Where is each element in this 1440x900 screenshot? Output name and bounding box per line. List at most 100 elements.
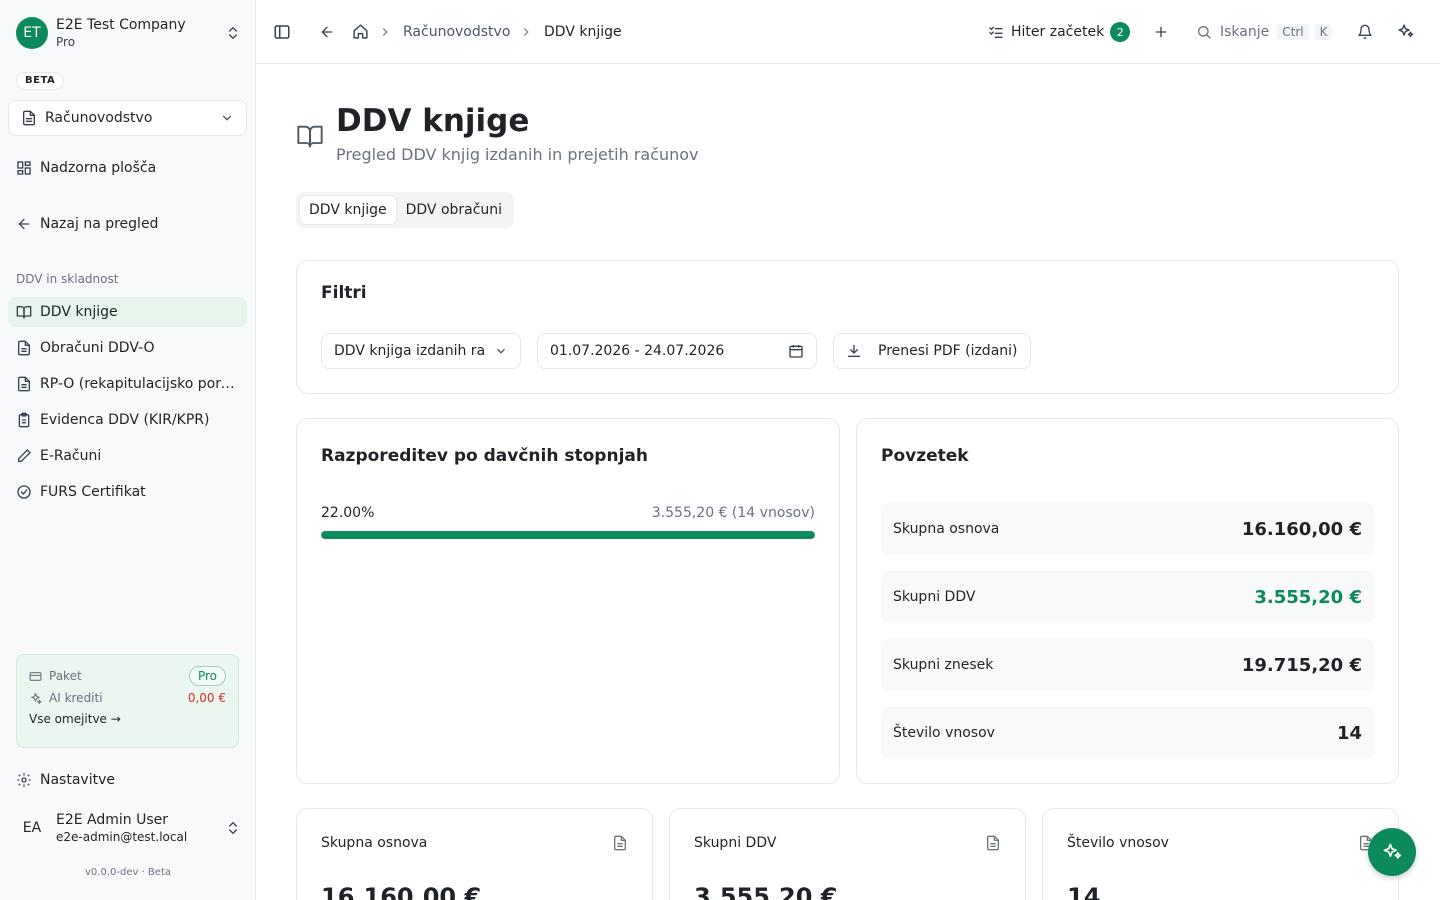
- breadcrumb-current: DDV knjige: [544, 24, 622, 40]
- ai-credits-value: 0,00 €: [187, 691, 226, 705]
- company-plan: Pro: [56, 34, 76, 49]
- tab-list: DDV knjige DDV obračuni: [296, 192, 515, 228]
- layout-grid-icon: [17, 161, 31, 175]
- date-range-input[interactable]: 01.07.2026 - 24.07.2026: [537, 333, 817, 369]
- tax-rate-progress-bar: [321, 531, 815, 539]
- version-label: v0.0.0-dev · Beta: [85, 867, 171, 878]
- summary-value: 14: [1336, 722, 1362, 744]
- stat-value: 3.555,20 €: [694, 883, 838, 900]
- sidebar-item-label: Nazaj na pregled: [40, 216, 159, 232]
- chevron-right-icon: [382, 28, 388, 36]
- date-range-value: 01.07.2026 - 24.07.2026: [550, 343, 725, 359]
- download-icon: [848, 345, 860, 357]
- summary-row: Skupni DDV 3.555,20 €: [881, 571, 1374, 623]
- filters-card: Filtri DDV knjiga izdanih ra 01.07.2026 …: [296, 260, 1399, 394]
- sidebar-item-label: Evidenca DDV (KIR/KPR): [40, 412, 210, 428]
- summary-row: Število vnosov 14: [881, 707, 1374, 759]
- sparkles-icon: [31, 692, 42, 704]
- ai-credits-label: AI krediti: [49, 691, 103, 705]
- page-subtitle: Pregled DDV knjig izdanih in prejetih ra…: [336, 145, 699, 164]
- topbar: Računovodstvo DDV knjige Hiter začetek 2…: [256, 0, 1440, 64]
- sidebar-item-e-racuni[interactable]: E-Računi: [8, 441, 247, 471]
- sidebar: ET E2E Test Company Pro BETA Računovodst…: [0, 0, 256, 900]
- company-switcher[interactable]: ET E2E Test Company Pro: [16, 16, 241, 50]
- stat-label: Skupna osnova: [321, 835, 428, 851]
- sidebar-item-label: RP-O (rekapitulacijsko poročilo): [40, 376, 239, 392]
- module-select[interactable]: Računovodstvo: [8, 100, 247, 136]
- download-pdf-button[interactable]: Prenesi PDF (izdani): [833, 333, 1031, 369]
- tax-rate-distribution-card: Razporeditev po davčnih stopnjah 22.00% …: [296, 418, 840, 784]
- summary-label: Skupni znesek: [893, 657, 994, 673]
- bell-icon[interactable]: [1357, 24, 1373, 40]
- calendar-icon: [789, 345, 803, 358]
- user-email: e2e-admin@test.local: [56, 830, 188, 844]
- sidebar-item-rp-o[interactable]: RP-O (rekapitulacijsko poročilo): [8, 369, 247, 399]
- sidebar-item-dashboard[interactable]: Nadzorna plošča: [8, 153, 247, 183]
- summary-title: Povzetek: [881, 446, 969, 466]
- list-checks-icon: [989, 26, 1003, 38]
- pen-icon: [18, 449, 31, 462]
- stat-label: Število vnosov: [1067, 835, 1169, 851]
- beta-badge: BETA: [16, 72, 65, 90]
- file-text-icon: [987, 835, 999, 851]
- sidebar-toggle-icon[interactable]: [273, 23, 291, 41]
- gear-icon: [17, 773, 31, 787]
- back-arrow-icon[interactable]: [319, 24, 335, 40]
- sidebar-item-label: E-Računi: [40, 448, 102, 464]
- plan-badge: Pro: [188, 666, 226, 686]
- chevrons-up-down-icon: [229, 822, 237, 834]
- file-text-icon: [23, 110, 35, 126]
- summary-value: 16.160,00 €: [1241, 518, 1362, 540]
- stat-value: 16.160,00 €: [321, 883, 482, 900]
- company-name: E2E Test Company: [56, 16, 186, 33]
- filters-title: Filtri: [321, 283, 367, 303]
- book-type-select[interactable]: DDV knjiga izdanih ra: [321, 333, 521, 369]
- file-text-icon: [614, 835, 626, 851]
- chevron-down-icon: [497, 348, 505, 354]
- all-limits-link[interactable]: Vse omejitve →: [29, 712, 226, 726]
- distribution-title: Razporeditev po davčnih stopnjah: [321, 446, 648, 466]
- sidebar-item-furs[interactable]: FURS Certifikat: [8, 477, 247, 507]
- sidebar-item-label: Obračuni DDV-O: [40, 340, 155, 356]
- sidebar-item-obracuni[interactable]: Obračuni DDV-O: [8, 333, 247, 363]
- sidebar-item-label: DDV knjige: [40, 304, 118, 320]
- summary-label: Skupna osnova: [893, 521, 1000, 537]
- book-type-value: DDV knjiga izdanih ra: [334, 343, 486, 359]
- distribution-row: 22.00% 3.555,20 € (14 vnosov): [321, 505, 815, 521]
- ai-assistant-button[interactable]: [1368, 828, 1416, 876]
- chevrons-up-down-icon: [229, 27, 237, 39]
- search-button[interactable]: Iskanje Ctrl K: [1196, 20, 1333, 44]
- book-open-icon: [297, 125, 323, 148]
- summary-row: Skupna osnova 16.160,00 €: [881, 503, 1374, 555]
- user-name: E2E Admin User: [56, 812, 169, 828]
- tab-ddv-obracuni[interactable]: DDV obračuni: [397, 195, 511, 225]
- quickstart-button[interactable]: Hiter začetek 2: [988, 20, 1131, 44]
- credit-card-icon: [29, 671, 42, 681]
- kbd-k: K: [1314, 24, 1333, 40]
- arrow-left-icon: [18, 218, 30, 230]
- quickstart-label: Hiter začetek: [1011, 24, 1105, 40]
- tax-rate-amount: 3.555,20 € (14 vnosov): [651, 505, 815, 521]
- check-circle-icon: [17, 485, 31, 499]
- chevron-right-icon: [523, 28, 529, 36]
- book-open-icon: [16, 306, 32, 319]
- plus-icon[interactable]: [1153, 24, 1169, 40]
- sidebar-item-evidenca[interactable]: Evidenca DDV (KIR/KPR): [8, 405, 247, 435]
- sidebar-item-back[interactable]: Nazaj na pregled: [8, 209, 247, 239]
- stat-label: Skupni DDV: [694, 835, 777, 851]
- stat-card: Skupni DDV 3.555,20 €: [669, 808, 1026, 900]
- stat-card: Skupna osnova 16.160,00 €: [296, 808, 653, 900]
- tab-ddv-knjige[interactable]: DDV knjige: [299, 195, 397, 225]
- tax-rate-progress-fill: [321, 531, 815, 539]
- sidebar-item-settings[interactable]: Nastavitve: [8, 765, 247, 795]
- sidebar-item-ddv-knjige[interactable]: DDV knjige: [8, 297, 247, 327]
- avatar: EA: [22, 820, 42, 836]
- home-icon[interactable]: [352, 23, 369, 40]
- search-label: Iskanje: [1220, 24, 1270, 40]
- chevron-down-icon: [222, 115, 232, 121]
- sidebar-item-label: Nastavitve: [40, 772, 115, 788]
- user-menu[interactable]: EA E2E Admin User e2e-admin@test.local: [16, 808, 241, 848]
- sparkles-icon[interactable]: [1397, 23, 1414, 40]
- breadcrumb-item[interactable]: Računovodstvo: [403, 23, 510, 41]
- quickstart-count-badge: 2: [1110, 22, 1131, 42]
